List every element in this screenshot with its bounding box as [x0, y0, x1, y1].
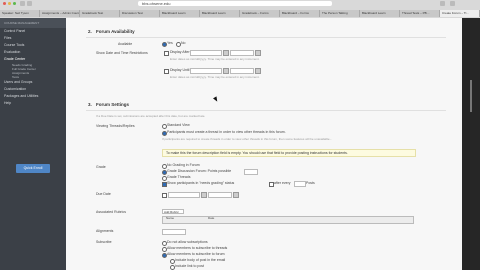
- tab-strip: Speaker: Neil Tyson Assignments – Admin …: [0, 10, 480, 17]
- calendar-icon[interactable]: [201, 192, 207, 198]
- extension-icon[interactable]: [440, 1, 445, 6]
- column-date: Date: [208, 216, 215, 220]
- sidebar-item-course-tools[interactable]: Course Tools: [0, 42, 66, 49]
- section-intro: If a Due Date is set, submissions are ac…: [96, 114, 206, 118]
- available-yes-label: Yes: [167, 41, 173, 45]
- due-date-input[interactable]: [168, 192, 200, 198]
- quick-enroll-button[interactable]: Quick Enroll: [16, 164, 50, 173]
- standard-view-label: Standard View: [167, 123, 190, 127]
- points-possible-input[interactable]: [244, 169, 258, 175]
- clock-icon[interactable]: [255, 50, 261, 56]
- browser-tab[interactable]: Gradebook Test: [80, 10, 120, 17]
- display-after-label: Display After: [170, 50, 190, 54]
- forum-settings-form: 2. Forum Availability Available Yes No S…: [66, 18, 462, 270]
- after-every-label: after every: [274, 181, 291, 185]
- sidebar-item-packages-utilities[interactable]: Packages and Utilities: [0, 93, 66, 100]
- rubric-table-header: [162, 216, 414, 224]
- posts-count-input[interactable]: [294, 181, 306, 187]
- menu-icon[interactable]: [450, 1, 455, 6]
- course-management-sidebar: COURSE MANAGEMENT Control Panel Files Co…: [0, 18, 66, 270]
- sub-forum-label: Allow members to subscribe to forum: [167, 252, 225, 256]
- grade-label: Grade: [96, 165, 106, 169]
- sidebar-item-customization[interactable]: Customization: [0, 86, 66, 93]
- associated-rubrics-label: Associated Rubrics: [96, 210, 126, 214]
- display-until-time-input[interactable]: [230, 68, 254, 74]
- browser-chrome: bbs.ohsene.edu Speaker: Neil Tyson Assig…: [0, 0, 480, 18]
- browser-tab[interactable]: Discussion Test: [120, 10, 160, 17]
- alignments-label: Alignments: [96, 229, 114, 233]
- vertical-scrollbar[interactable]: [462, 18, 480, 270]
- due-time-input[interactable]: [208, 192, 232, 198]
- due-date-label: Due Date: [96, 192, 111, 196]
- forward-icon[interactable]: [27, 1, 32, 6]
- participants-must-label: Participants must create a thread in ord…: [167, 130, 286, 134]
- display-until-date-input[interactable]: [190, 68, 222, 74]
- sidebar-item-help[interactable]: Help: [0, 100, 66, 107]
- subscribe-label: Subscribe: [96, 240, 112, 244]
- sidebar-header: COURSE MANAGEMENT: [0, 18, 66, 28]
- posts-label: Posts: [306, 181, 315, 185]
- section-title-availability: Forum Availability: [96, 29, 135, 34]
- display-after-checkbox[interactable]: [164, 51, 169, 56]
- calendar-icon[interactable]: [223, 50, 229, 56]
- browser-tab[interactable]: The Person Talking: [320, 10, 360, 17]
- column-name: Name: [166, 216, 175, 220]
- add-rubric-button[interactable]: Add Rubric: [162, 209, 184, 214]
- browser-tab[interactable]: Gradebook – Forms: [240, 10, 280, 17]
- back-icon[interactable]: [20, 1, 25, 6]
- section-number: 3.: [88, 102, 92, 107]
- browser-tab[interactable]: Blackboard – Forms: [280, 10, 320, 17]
- scrollbar-thumb[interactable]: [470, 80, 472, 112]
- grade-threads-label: Grade Threads: [167, 175, 191, 179]
- due-date-checkbox[interactable]: [162, 193, 167, 198]
- browser-tab[interactable]: Blackboard Learn: [200, 10, 240, 17]
- date-hint: Enter dates as mm/dd/yyyy. Time may be e…: [170, 75, 260, 79]
- close-window-icon[interactable]: [3, 2, 6, 5]
- add-alignment-button[interactable]: [162, 229, 186, 235]
- section-title-settings: Forum Settings: [96, 102, 130, 107]
- browser-tab[interactable]: Blackboard Learn: [360, 10, 400, 17]
- sub-thread-label: Allow members to subscribe to threads: [167, 246, 228, 250]
- include-link-label: Include link to post: [175, 264, 204, 268]
- sidebar-item-control-panel[interactable]: Control Panel: [0, 28, 66, 35]
- instructions-note: To make this the forum description field…: [162, 149, 416, 157]
- clock-icon[interactable]: [233, 192, 239, 198]
- participants-hint: If participants are required to create t…: [162, 137, 333, 141]
- sub-none-label: Do not allow subscriptions: [167, 240, 208, 244]
- minimize-window-icon[interactable]: [8, 2, 11, 5]
- sidebar-item-evaluation[interactable]: Evaluation: [0, 49, 66, 56]
- zoom-window-icon[interactable]: [13, 2, 16, 5]
- show-participants-label: Show participants in "needs grading" sta…: [167, 181, 235, 185]
- calendar-icon[interactable]: [223, 68, 229, 74]
- section-divider: [86, 37, 446, 38]
- browser-tab[interactable]: Blackboard Learn: [160, 10, 200, 17]
- section-number: 2.: [88, 29, 92, 34]
- display-until-checkbox[interactable]: [164, 69, 169, 74]
- sidebar-item-files[interactable]: Files: [0, 35, 66, 42]
- available-no-label: No: [181, 41, 186, 45]
- display-until-label: Display Until: [170, 68, 190, 72]
- include-body-label: Include body of post in the email: [175, 258, 226, 262]
- sidebar-item-users-groups[interactable]: Users and Groups: [0, 79, 66, 86]
- browser-tab-active[interactable]: Create Forum – Tl…: [440, 10, 480, 17]
- window-controls: [3, 2, 16, 5]
- browser-tab[interactable]: Speaker: Neil Tyson: [0, 10, 40, 17]
- browser-tab[interactable]: Thread Tests – PB…: [400, 10, 440, 17]
- display-after-time-input[interactable]: [230, 50, 254, 56]
- clock-icon[interactable]: [255, 68, 261, 74]
- viewing-label: Viewing Threads/Replies: [96, 124, 135, 128]
- date-hint: Enter dates as mm/dd/yyyy. Time may be e…: [170, 57, 260, 61]
- address-bar[interactable]: bbs.ohsene.edu: [138, 1, 332, 6]
- browser-tab[interactable]: Assignments – Admin Course: [40, 10, 80, 17]
- section-divider: [86, 110, 446, 111]
- no-grading-label: No Grading in Forum: [167, 163, 200, 167]
- show-dates-label: Show Date and Time Restrictions: [96, 51, 148, 55]
- display-after-date-input[interactable]: [190, 50, 222, 56]
- grade-forum-label: Grade Discussion Forum: Points possible: [167, 169, 232, 173]
- sidebar-item-grade-center[interactable]: Grade Center: [0, 56, 66, 63]
- available-label: Available: [118, 42, 133, 46]
